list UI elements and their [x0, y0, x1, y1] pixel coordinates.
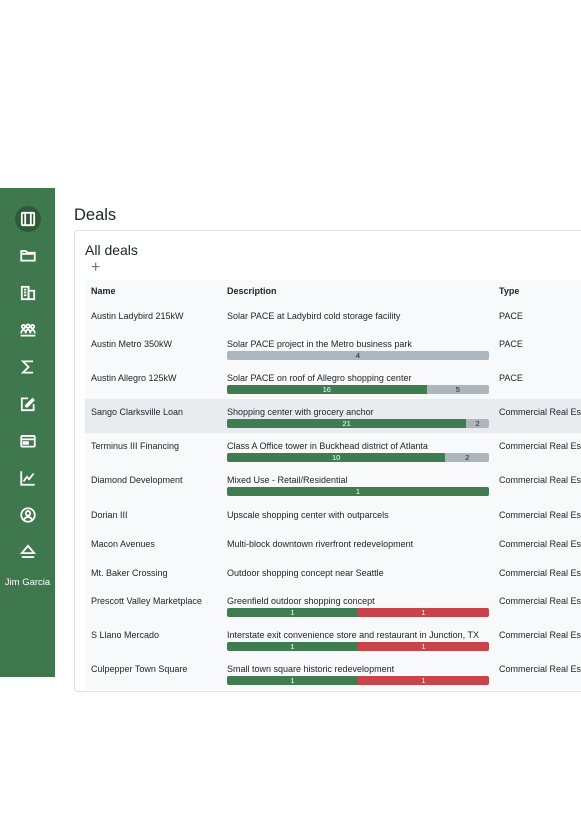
deal-description: Shopping center with grocery anchor	[227, 407, 374, 417]
deal-type: Commercial Real Est	[499, 568, 581, 578]
deal-name: Sango Clarksville Loan	[91, 407, 184, 417]
deal-name: Austin Allegro 125kW	[91, 373, 177, 383]
page-title: Deals	[74, 206, 117, 224]
deal-name: Dorian III	[91, 510, 128, 520]
deal-name: Austin Metro 350kW	[91, 339, 173, 349]
user-icon[interactable]	[15, 502, 41, 528]
progress-segment-red: 1	[358, 676, 489, 685]
deal-type: Commercial Real Est	[499, 510, 581, 520]
add-deal-button[interactable]: +	[91, 260, 100, 276]
deal-description: Upscale shopping center with outparcels	[227, 510, 389, 520]
progress-segment-gray: 2	[445, 453, 489, 462]
progress-segment-green: 16	[227, 385, 427, 394]
progress-bar: 1	[227, 487, 489, 496]
table-row[interactable]: Prescott Valley Marketplace Greenfield ou…	[85, 588, 581, 622]
table-row[interactable]: Austin Allegro 125kW Solar PACE on roof o…	[85, 365, 581, 399]
table-row[interactable]: Mt. Baker Crossing Outdoor shopping conce…	[85, 559, 581, 588]
progress-bar: 11	[227, 642, 489, 651]
eject-icon[interactable]	[15, 539, 41, 565]
progress-segment-gray: 5	[426, 385, 489, 394]
deal-description: Outdoor shopping concept near Seattle	[227, 568, 384, 578]
table-header: Name Description Type	[85, 280, 581, 302]
edit-icon[interactable]	[15, 391, 41, 417]
sigma-icon[interactable]	[15, 354, 41, 380]
progress-bar: 10 2	[227, 453, 489, 462]
progress-segment-green: 1	[227, 676, 358, 685]
table-body: Austin Ladybird 215kW Solar PACE at Ladyb…	[85, 302, 581, 690]
chart-icon[interactable]	[15, 465, 41, 491]
table-row[interactable]: Sango Clarksville Loan Shopping center wi…	[85, 399, 581, 433]
deals-table: Name Description Type Austin Ladybird 21…	[85, 280, 581, 690]
progress-segment-green: 1	[227, 608, 358, 617]
user-name[interactable]: Jim Garcia	[0, 577, 55, 588]
wallet-icon[interactable]	[15, 428, 41, 454]
deal-type: Commercial Real Est	[499, 475, 581, 485]
building-icon[interactable]	[15, 280, 41, 306]
deal-name: Diamond Development	[91, 475, 183, 485]
deal-description: Solar PACE project in the Metro business…	[227, 339, 412, 349]
deal-name: Terminus III Financing	[91, 441, 180, 451]
deals-card: All deals + Name Description Type Austin…	[74, 230, 581, 692]
header-description[interactable]: Description	[227, 286, 277, 296]
progress-segment-red: 1	[358, 608, 489, 617]
deal-type: Commercial Real Est	[499, 441, 581, 451]
table-row[interactable]: Dorian III Upscale shopping center with o…	[85, 501, 581, 530]
progress-bar: 11	[227, 676, 489, 685]
header-name[interactable]: Name	[91, 286, 116, 296]
deal-description: Interstate exit convenience store and re…	[227, 630, 479, 640]
deal-type: Commercial Real Est	[499, 539, 581, 549]
table-row[interactable]: Macon Avenues Multi-block downtown riverf…	[85, 530, 581, 559]
deal-type: Commercial Real Est	[499, 407, 581, 417]
deal-description: Solar PACE on roof of Allegro shopping c…	[227, 373, 412, 383]
deal-name: Austin Ladybird 215kW	[91, 311, 184, 321]
card-title: All deals	[85, 242, 138, 258]
deal-type: PACE	[499, 339, 523, 349]
folder-icon[interactable]	[15, 242, 41, 268]
deal-description: Greenfield outdoor shopping concept	[227, 596, 375, 606]
progress-segment-green: 1	[227, 642, 358, 651]
deal-name: Prescott Valley Marketplace	[91, 596, 202, 606]
deal-name: Mt. Baker Crossing	[91, 568, 168, 578]
people-icon[interactable]	[15, 317, 41, 343]
header-type[interactable]: Type	[499, 286, 519, 296]
deal-description: Mixed Use - Retail/Residential	[227, 475, 348, 485]
deals-icon[interactable]	[15, 206, 41, 232]
progress-segment-red: 1	[358, 642, 489, 651]
table-row[interactable]: Terminus III Financing Class A Office tow…	[85, 433, 581, 467]
deal-description: Multi-block downtown riverfront redevelo…	[227, 539, 414, 549]
deal-name: Culpepper Town Square	[91, 664, 188, 674]
table-row[interactable]: Culpepper Town Square Small town square h…	[85, 656, 581, 690]
deal-type: Commercial Real Est	[499, 630, 581, 640]
deal-type: PACE	[499, 373, 523, 383]
progress-segment-green: 1	[227, 487, 489, 496]
deal-name: S Llano Mercado	[91, 630, 160, 640]
progress-segment-green: 10	[227, 453, 446, 462]
progress-bar: 21 2	[227, 419, 489, 428]
table-row[interactable]: Austin Metro 350kW Solar PACE project in …	[85, 331, 581, 365]
deal-type: Commercial Real Est	[499, 596, 581, 606]
table-row[interactable]: Diamond Development Mixed Use - Retail/Re…	[85, 467, 581, 501]
progress-segment-gray: 2	[466, 419, 489, 428]
progress-segment-green: 21	[227, 419, 467, 428]
progress-bar: 4	[227, 351, 489, 360]
progress-segment-gray: 4	[227, 351, 489, 360]
deal-description: Small town square historic redevelopment	[227, 664, 395, 674]
table-row[interactable]: S Llano Mercado Interstate exit convenien…	[85, 622, 581, 656]
deal-type: Commercial Real Est	[499, 664, 581, 674]
progress-bar: 16 5	[227, 385, 489, 394]
deal-type: PACE	[499, 311, 523, 321]
table-row[interactable]: Austin Ladybird 215kW Solar PACE at Ladyb…	[85, 302, 581, 331]
progress-bar: 11	[227, 608, 489, 617]
deal-description: Solar PACE at Ladybird cold storage faci…	[227, 311, 401, 321]
deal-description: Class A Office tower in Buckhead distric…	[227, 441, 428, 451]
deal-name: Macon Avenues	[91, 539, 155, 549]
sidebar: Jim Garcia	[0, 188, 55, 677]
